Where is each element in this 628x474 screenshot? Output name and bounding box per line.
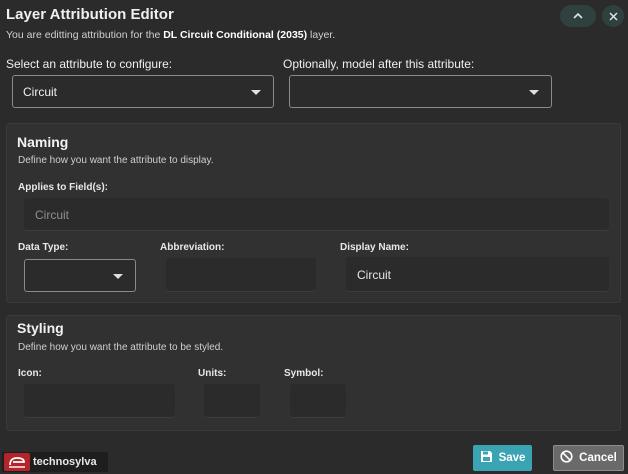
cancel-icon xyxy=(560,450,573,466)
display-name-value: Circuit xyxy=(357,267,392,282)
save-button[interactable]: Save xyxy=(473,445,532,471)
symbol-input[interactable] xyxy=(290,384,346,418)
dialog-title: Layer Attribution Editor xyxy=(6,6,174,23)
styling-title: Styling xyxy=(17,320,64,336)
styling-description: Define how you want the attribute to be … xyxy=(18,342,224,353)
units-input[interactable] xyxy=(204,384,260,418)
data-type-label: Data Type: xyxy=(18,242,69,253)
cancel-label: Cancel xyxy=(579,452,617,464)
abbreviation-input[interactable] xyxy=(166,258,316,292)
attribute-select-value: Circuit xyxy=(23,84,58,99)
technosylva-logo: technosylva xyxy=(2,452,108,472)
units-label: Units: xyxy=(198,368,227,379)
close-button[interactable] xyxy=(602,5,624,27)
close-icon xyxy=(608,11,618,21)
logo-text: technosylva xyxy=(33,456,97,468)
data-type-select[interactable] xyxy=(24,259,136,292)
save-label: Save xyxy=(498,452,526,464)
chevron-down-icon xyxy=(529,85,539,99)
chevron-down-icon xyxy=(251,85,261,99)
symbol-label: Symbol: xyxy=(284,368,324,379)
model-select-label: Optionally, model after this attribute: xyxy=(283,57,475,71)
layer-name: DL Circuit Conditional (2035) xyxy=(163,29,308,41)
subtitle-suffix: layer. xyxy=(307,29,336,41)
dialog-subtitle: You are editting attribution for the DL … xyxy=(6,29,335,41)
naming-description: Define how you want the attribute to dis… xyxy=(18,155,214,166)
applies-to-label: Applies to Field(s): xyxy=(18,182,108,193)
display-name-label: Display Name: xyxy=(340,242,409,253)
applies-to-value: Circuit xyxy=(35,207,70,222)
icon-label: Icon: xyxy=(18,368,42,379)
model-select[interactable] xyxy=(289,75,552,108)
applies-to-field: Circuit xyxy=(24,198,609,231)
attribute-select-label: Select an attribute to configure: xyxy=(6,57,173,71)
chevron-down-icon xyxy=(113,269,123,283)
collapse-button[interactable] xyxy=(560,5,596,27)
logo-mark-icon xyxy=(4,453,30,471)
subtitle-prefix: You are editting attribution for the xyxy=(6,29,164,41)
abbreviation-label: Abbreviation: xyxy=(160,242,225,253)
save-icon xyxy=(480,450,493,466)
cancel-button[interactable]: Cancel xyxy=(553,445,624,471)
display-name-input[interactable]: Circuit xyxy=(346,257,609,292)
chevron-up-icon xyxy=(573,12,583,20)
icon-input[interactable] xyxy=(24,384,175,418)
attribute-select[interactable]: Circuit xyxy=(12,75,274,108)
naming-title: Naming xyxy=(17,134,69,150)
